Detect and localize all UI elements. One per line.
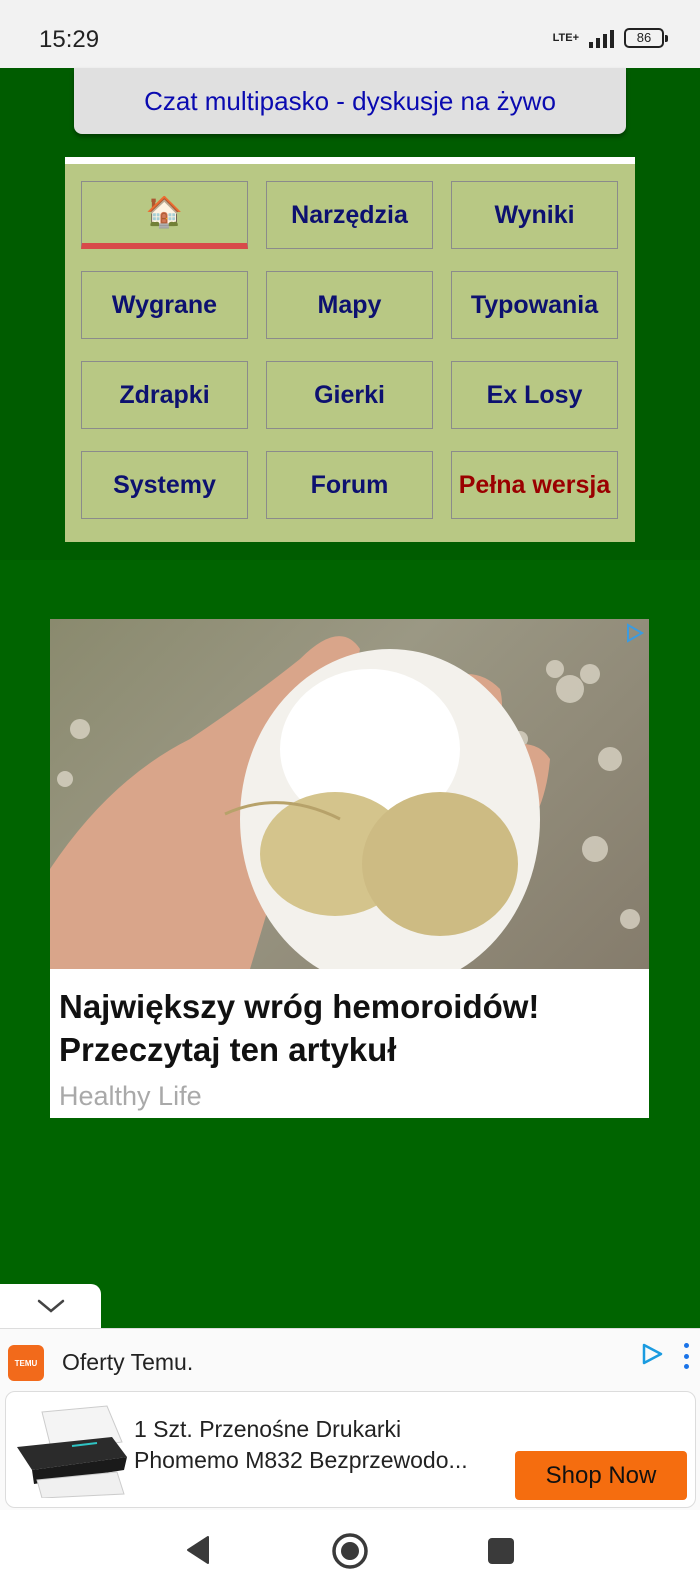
status-bar: 15:29 LTE+ 86 [0,0,700,68]
ad-choices-icon[interactable] [623,623,645,643]
menu-forum[interactable]: Forum [266,451,433,519]
recent-apps-icon[interactable] [488,1538,514,1564]
menu-mapy[interactable]: Mapy [266,271,433,339]
menu-gierki[interactable]: Gierki [266,361,433,429]
back-icon[interactable] [184,1534,212,1566]
printer-image [17,1405,127,1498]
product-line-1: 1 Szt. Przenośne Drukarki [134,1416,402,1442]
home-icon: 🏠 [145,196,184,229]
menu-wygrane[interactable]: Wygrane [81,271,248,339]
offer-title[interactable]: Oferty Temu. [62,1349,193,1376]
menu-zdrapki[interactable]: Zdrapki [81,361,248,429]
menu-systemy[interactable]: Systemy [81,451,248,519]
chevron-down-icon [37,1299,64,1313]
collapse-ad-button[interactable] [0,1284,101,1328]
network-type: LTE+ [552,32,579,44]
live-chat-label: Czat multipasko - dyskusje na żywo [144,85,556,116]
product-card[interactable]: 1 Szt. Przenośne Drukarki Phomemo M832 B… [5,1391,696,1508]
battery-icon: 86 [624,28,668,48]
temu-logo: TEMU [8,1345,44,1381]
menu-wyniki[interactable]: Wyniki [451,181,618,249]
live-chat-button[interactable]: Czat multipasko - dyskusje na żywo [74,68,626,134]
product-description: 1 Szt. Przenośne Drukarki Phomemo M832 B… [134,1414,494,1476]
menu-home-button[interactable]: 🏠 [81,181,248,249]
signal-icon [589,28,614,48]
menu-full-version[interactable]: Pełna wersja [451,451,618,519]
shop-now-button[interactable]: Shop Now [515,1451,687,1500]
menu-ex-losy[interactable]: Ex Losy [451,361,618,429]
more-options-icon[interactable] [682,1343,690,1369]
ad-card[interactable]: Największy wróg hemoroidów! Przeczytaj t… [50,619,649,1118]
menu-narzedzia[interactable]: Narzędzia [266,181,433,249]
home-nav-icon[interactable] [331,1532,369,1570]
ad-source: Healthy Life [59,1081,202,1111]
ad-image [50,619,649,969]
ad-headline[interactable]: Największy wróg hemoroidów! Przeczytaj t… [59,985,639,1071]
status-icons: LTE+ 86 [552,28,668,48]
product-line-2: Phomemo M832 Bezprzewodo... [134,1447,468,1473]
navigation-bar [0,1510,700,1594]
main-menu: 🏠 Narzędzia Wyniki Wygrane Mapy Typowani… [65,157,635,542]
status-time: 15:29 [39,26,100,53]
temu-logo-text: TEMU [14,1358,38,1368]
menu-typowania[interactable]: Typowania [451,271,618,339]
ad-choices-icon[interactable] [640,1343,664,1365]
bottom-banner-ad: TEMU Oferty Temu. 1 Szt. Przenośne Druka… [0,1328,700,1510]
